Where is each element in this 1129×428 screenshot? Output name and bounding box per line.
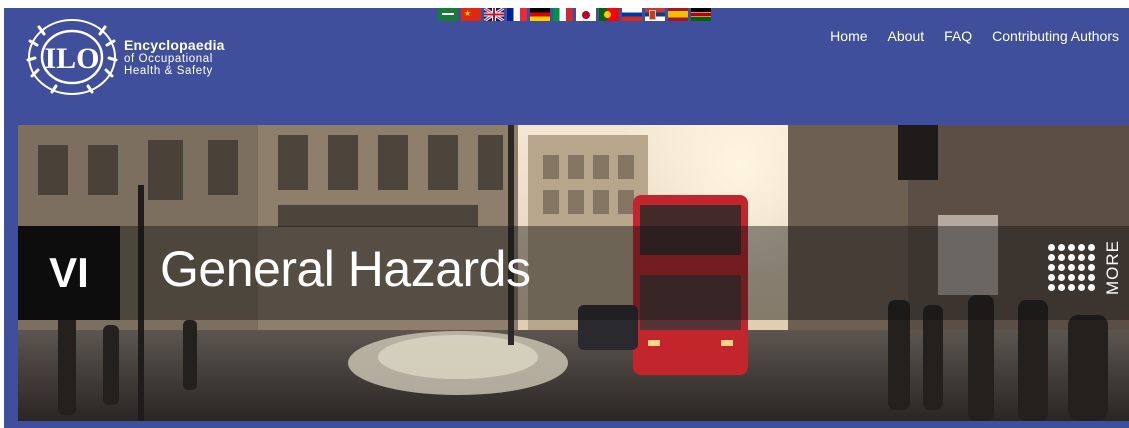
italian-flag-icon[interactable] xyxy=(553,8,573,21)
french-flag-icon[interactable] xyxy=(507,8,527,21)
russian-flag-icon[interactable] xyxy=(622,8,642,21)
ilo-seal-icon: ILO xyxy=(26,19,118,95)
nav-faq-link[interactable]: FAQ xyxy=(944,28,972,44)
volume-title: General Hazards xyxy=(160,241,531,297)
nav-home-link[interactable]: Home xyxy=(830,28,867,44)
serbian-flag-icon[interactable] xyxy=(645,8,665,21)
logo-subtitle-line1: of Occupational xyxy=(124,52,213,65)
site-logo-link[interactable]: ILO Encyclopaedia of Occupational Health… xyxy=(26,18,225,96)
german-flag-icon[interactable] xyxy=(530,8,550,21)
japanese-flag-icon[interactable] xyxy=(576,8,596,21)
volume-title-band: VI General Hazards MORE xyxy=(18,226,1129,320)
arabic-flag-icon[interactable] xyxy=(438,8,458,21)
grid-dots-icon xyxy=(1048,244,1095,291)
nav-about-link[interactable]: About xyxy=(888,28,925,44)
more-label: MORE xyxy=(1103,240,1122,295)
more-button[interactable]: MORE xyxy=(1048,240,1123,295)
hero-banner: VI General Hazards MORE xyxy=(18,125,1129,421)
language-flags: ★ xyxy=(438,8,711,21)
volume-number: VI xyxy=(49,249,89,296)
chinese-flag-icon[interactable]: ★ xyxy=(461,8,481,21)
nav-contributing-authors-link[interactable]: Contributing Authors xyxy=(992,28,1119,44)
volume-number-box: VI xyxy=(18,226,120,320)
site-header: ILO Encyclopaedia of Occupational Health… xyxy=(4,8,1129,428)
swahili-flag-icon[interactable] xyxy=(691,8,711,21)
main-nav: Home About FAQ Contributing Authors xyxy=(830,28,1119,44)
svg-text:ILO: ILO xyxy=(44,42,99,75)
portuguese-flag-icon[interactable] xyxy=(599,8,619,21)
logo-subtitle-line2: Health & Safety xyxy=(124,64,213,77)
uk-flag-icon[interactable] xyxy=(484,8,504,21)
logo-text: Encyclopaedia of Occupational Health & S… xyxy=(124,36,225,77)
spanish-flag-icon[interactable] xyxy=(668,8,688,21)
logo-title: Encyclopaedia xyxy=(124,36,225,53)
